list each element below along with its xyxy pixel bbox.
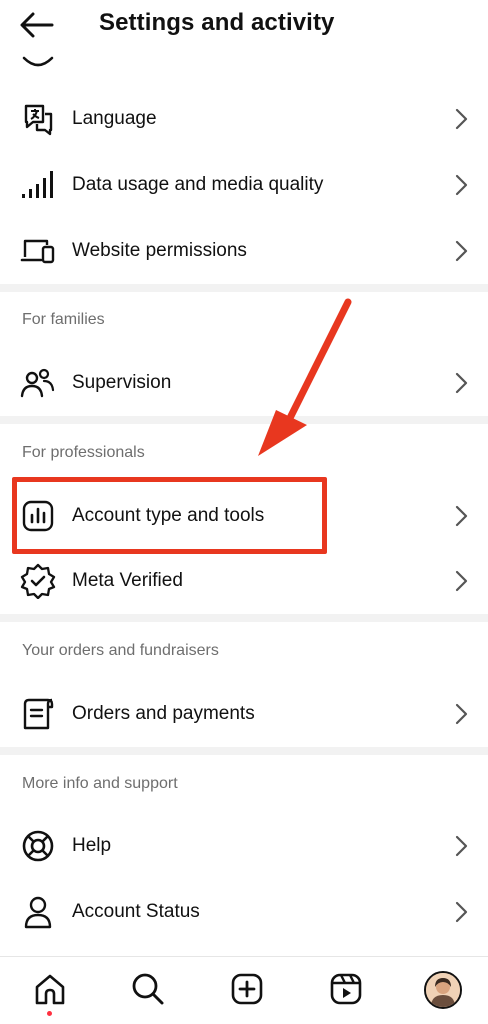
notification-dot xyxy=(47,1011,52,1016)
chevron-right-icon xyxy=(452,239,470,263)
lifebuoy-icon xyxy=(20,828,56,864)
chevron-right-icon xyxy=(452,107,470,131)
avatar-image xyxy=(426,973,460,1007)
row-label: Orders and payments xyxy=(72,703,255,724)
back-button[interactable] xyxy=(20,8,60,42)
nav-reels[interactable] xyxy=(326,969,366,1009)
partial-icon xyxy=(22,56,54,67)
verified-badge-icon xyxy=(20,563,56,599)
home-icon xyxy=(35,974,65,1005)
devices-icon xyxy=(20,233,56,269)
partial-row xyxy=(0,52,488,76)
chevron-right-icon xyxy=(452,702,470,726)
nav-home[interactable] xyxy=(30,969,70,1009)
settings-row-data-usage[interactable]: Data usage and media quality xyxy=(0,154,488,216)
section-title-support: More info and support xyxy=(22,775,178,792)
nav-search[interactable] xyxy=(128,969,168,1009)
row-label: Meta Verified xyxy=(72,570,183,591)
section-divider xyxy=(0,614,488,622)
header: Settings and activity xyxy=(0,0,488,52)
profile-avatar[interactable] xyxy=(424,971,462,1009)
section-divider xyxy=(0,747,488,755)
row-label: Account Status xyxy=(72,901,200,922)
settings-row-supervision[interactable]: Supervision xyxy=(0,352,488,414)
nav-create[interactable] xyxy=(227,969,267,1009)
receipt-icon xyxy=(20,696,56,732)
section-title-families: For families xyxy=(22,311,105,328)
section-title-professionals: For professionals xyxy=(22,444,145,461)
section-divider xyxy=(0,284,488,292)
row-label: Supervision xyxy=(72,372,172,393)
supervision-icon xyxy=(20,365,56,401)
settings-row-website-permissions[interactable]: Website permissions xyxy=(0,220,488,282)
settings-row-help[interactable]: Help xyxy=(0,815,488,877)
page-title: Settings and activity xyxy=(99,9,335,36)
reels-icon xyxy=(330,973,362,1005)
back-arrow-icon xyxy=(20,12,54,38)
chevron-right-icon xyxy=(452,173,470,197)
chevron-right-icon xyxy=(452,371,470,395)
person-icon xyxy=(20,894,56,930)
settings-row-account-status[interactable]: Account Status xyxy=(0,881,488,943)
settings-row-orders[interactable]: Orders and payments xyxy=(0,683,488,745)
row-label: Help xyxy=(72,835,112,856)
section-divider xyxy=(0,416,488,424)
settings-row-language[interactable]: Language xyxy=(0,88,488,150)
search-icon xyxy=(132,973,164,1005)
highlight-box xyxy=(12,477,327,554)
language-icon xyxy=(20,101,56,137)
create-icon xyxy=(231,973,263,1005)
section-title-orders: Your orders and fundraisers xyxy=(22,642,219,659)
chevron-right-icon xyxy=(452,569,470,593)
settings-row-meta-verified[interactable]: Meta Verified xyxy=(0,550,488,612)
signal-bars-icon xyxy=(20,167,56,203)
row-label: Website permissions xyxy=(72,240,247,261)
chevron-right-icon xyxy=(452,504,470,528)
row-label: Language xyxy=(72,108,157,129)
bottom-nav xyxy=(0,956,488,1024)
row-label: Data usage and media quality xyxy=(72,174,324,195)
chevron-right-icon xyxy=(452,900,470,924)
chevron-right-icon xyxy=(452,834,470,858)
